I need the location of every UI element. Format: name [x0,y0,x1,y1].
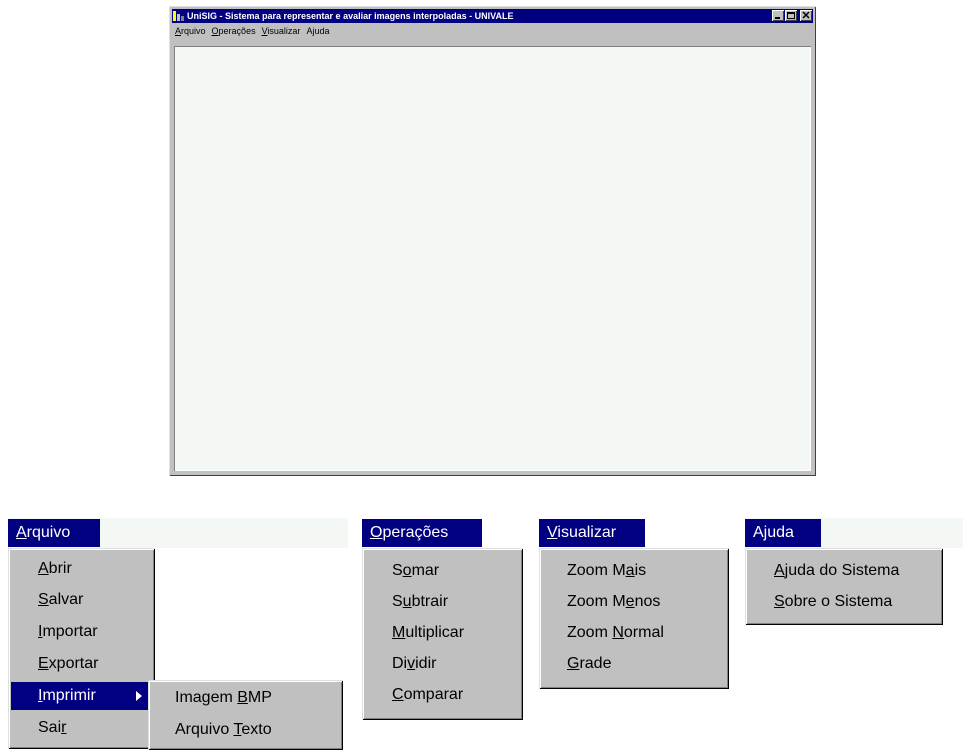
main-window: UniSIG - Sistema para representar e aval… [169,6,816,476]
submenu-arrow-icon [136,691,142,701]
menu-item-salvar[interactable]: Salvar [38,586,83,614]
menu-visualizar[interactable]: Visualizar [259,24,304,39]
menu-operacoes[interactable]: Operações [209,24,259,39]
menu-item-subtrair[interactable]: Subtrair [392,588,448,616]
close-button[interactable] [800,10,812,21]
menu-arquivo[interactable]: Arquivo [172,24,209,39]
arquivo-menu-header[interactable]: Arquivo [8,519,100,547]
menu-item-ajuda-do-sistema[interactable]: Ajuda do Sistema [774,557,899,585]
operacoes-menu: Somar Subtrair Multiplicar Dividir Compa… [362,548,523,720]
menu-item-sobre-o-sistema[interactable]: Sobre o Sistema [774,588,892,616]
menu-ajuda[interactable]: Ajuda [303,24,332,39]
menu-item-somar[interactable]: Somar [392,557,439,585]
menu-item-exportar[interactable]: Exportar [38,650,98,678]
visualizar-menu-header[interactable]: Visualizar [539,519,645,547]
imprimir-submenu: Imagem BMP Arquivo Texto [148,680,343,750]
menu-item-imprimir-label: Imprimir [38,687,96,704]
maximize-icon [787,12,795,19]
ajuda-menu: Ajuda do Sistema Sobre o Sistema [745,548,943,625]
minimize-button[interactable] [772,10,784,21]
menu-item-zoom-normal[interactable]: Zoom Normal [567,619,664,647]
ajuda-menu-header[interactable]: Ajuda [745,519,821,547]
menu-item-imprimir[interactable]: Imprimir [11,682,152,710]
menu-item-zoom-menos[interactable]: Zoom Menos [567,588,660,616]
menu-item-grade[interactable]: Grade [567,650,611,678]
app-icon [173,11,184,21]
maximize-button[interactable] [785,10,797,21]
menu-item-sair[interactable]: Sair [38,714,66,742]
menu-item-imagem-bmp[interactable]: Imagem BMP [175,684,272,712]
map-canvas[interactable] [174,46,811,471]
menu-item-comparar[interactable]: Comparar [392,681,463,709]
arquivo-menu: Abrir Salvar Importar Exportar Imprimir … [8,548,155,749]
close-icon [802,11,810,19]
menu-bar: Arquivo Operações Visualizar Ajuda [172,24,813,39]
visualizar-menu: Zoom Mais Zoom Menos Zoom Normal Grade [539,548,729,689]
title-bar[interactable]: UniSIG - Sistema para representar e aval… [172,9,813,23]
menu-item-importar[interactable]: Importar [38,618,98,646]
menu-item-arquivo-texto[interactable]: Arquivo Texto [175,716,272,744]
menu-item-abrir[interactable]: Abrir [38,555,72,583]
menu-item-zoom-mais[interactable]: Zoom Mais [567,557,646,585]
menu-item-multiplicar[interactable]: Multiplicar [392,619,464,647]
window-title: UniSIG - Sistema para representar e aval… [187,11,514,21]
minimize-icon [775,17,780,19]
operacoes-menu-header[interactable]: Operações [362,519,482,547]
menu-item-dividir[interactable]: Dividir [392,650,436,678]
